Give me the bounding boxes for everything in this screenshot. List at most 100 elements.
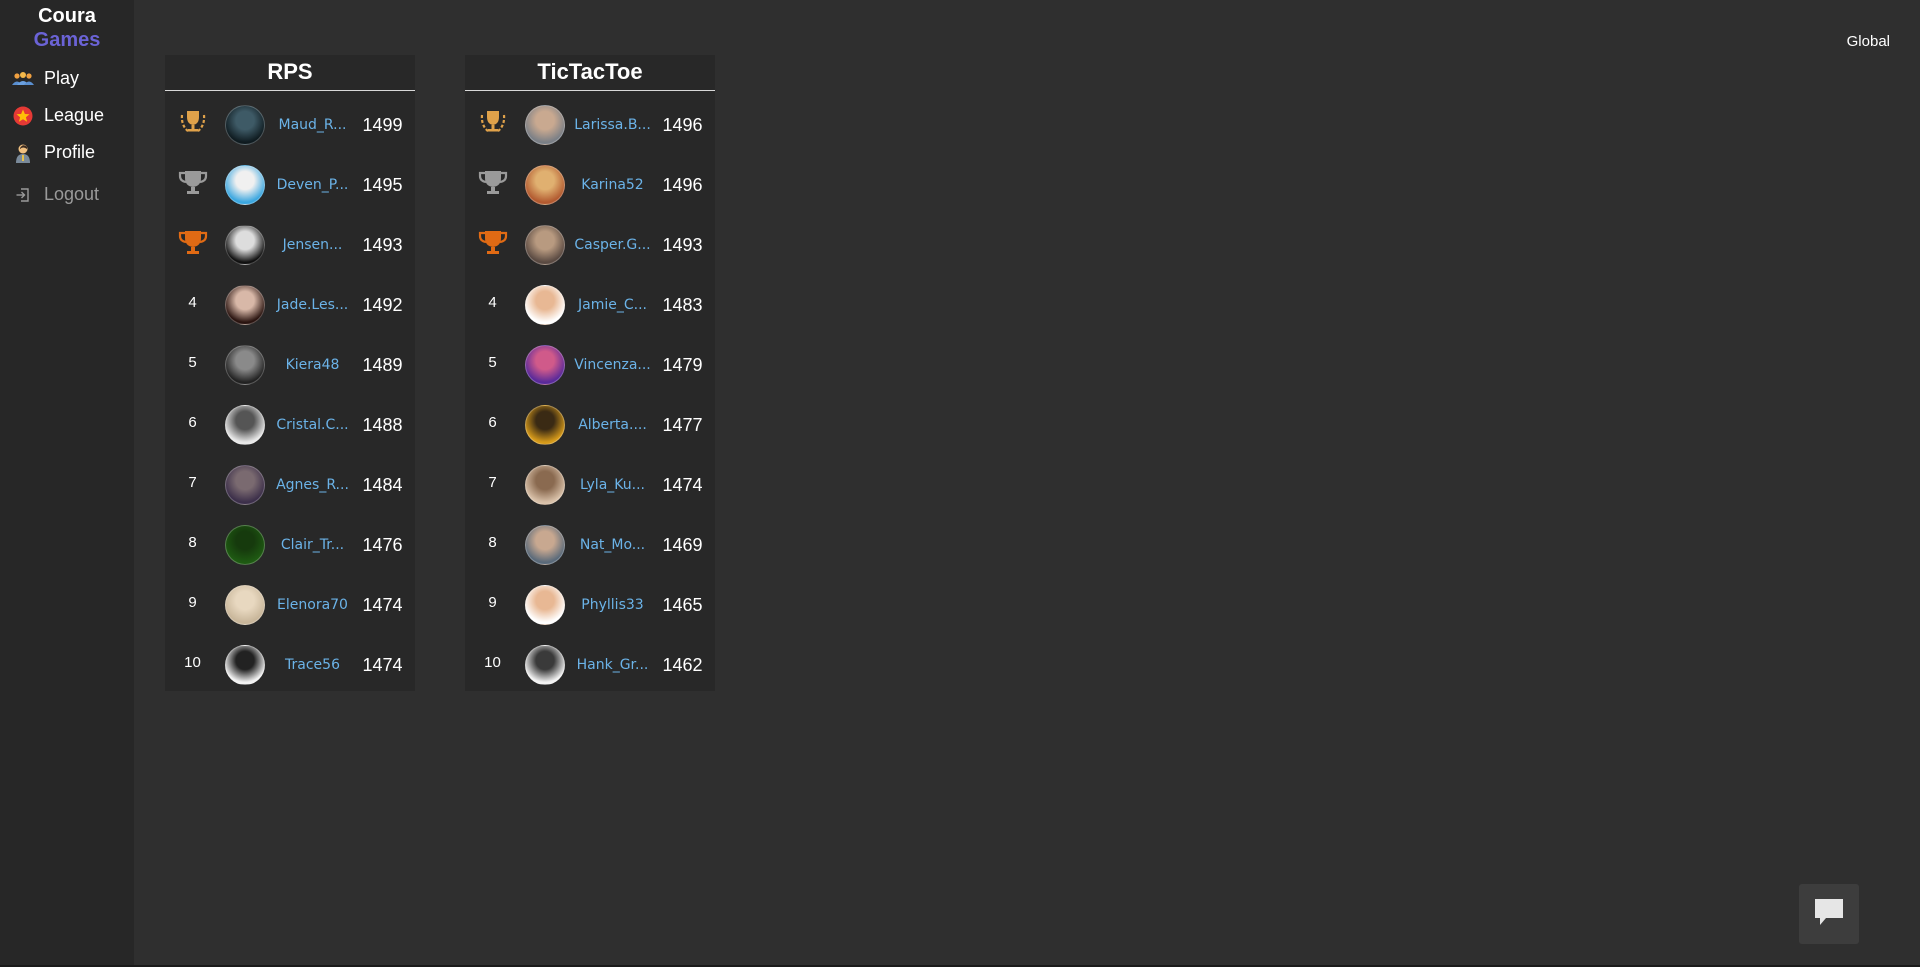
leaderboard-title: RPS xyxy=(165,55,415,91)
rating-score: 1495 xyxy=(362,174,403,195)
leaderboard-row: 5 Vincenza... 1479 xyxy=(465,335,715,395)
rating-score: 1499 xyxy=(362,114,403,135)
username-link[interactable]: Nat_Mo... xyxy=(565,537,655,553)
username-link[interactable]: Larissa.B... xyxy=(565,117,655,133)
username-link[interactable]: Casper.G... xyxy=(565,237,655,253)
rank-number: 8 xyxy=(488,533,497,551)
rank-number: 7 xyxy=(188,473,197,491)
username-link[interactable]: Karina52 xyxy=(565,177,655,193)
leaderboard-rows: Maud_R... 1499 Deven_P... 1495 Jensen... 1493… xyxy=(165,91,415,695)
silver-trophy-icon xyxy=(465,166,520,198)
leaderboard-row: 5 Kiera48 1489 xyxy=(165,335,415,395)
rating-score: 1465 xyxy=(662,594,703,615)
leaderboard-row: 10 Trace56 1474 xyxy=(165,635,415,695)
rating-score: 1484 xyxy=(362,474,403,495)
main-content: Global RPS Maud_R... 1499 Deven_P... 1495 Je… xyxy=(134,0,1920,967)
avatar[interactable] xyxy=(225,165,265,205)
leaderboard-row: Deven_P... 1495 xyxy=(165,155,415,215)
leaderboard-row: 7 Lyla_Ku... 1474 xyxy=(465,455,715,515)
nav-item-play-label: Play xyxy=(44,68,80,88)
avatar[interactable] xyxy=(525,405,565,445)
avatar[interactable] xyxy=(225,585,265,625)
avatar[interactable] xyxy=(225,525,265,565)
nav-item-league[interactable]: League xyxy=(0,97,134,134)
rank-number: 8 xyxy=(188,533,197,551)
avatar[interactable] xyxy=(525,285,565,325)
avatar[interactable] xyxy=(225,645,265,685)
avatar[interactable] xyxy=(225,345,265,385)
rating-score: 1493 xyxy=(662,234,703,255)
username-link[interactable]: Lyla_Ku... xyxy=(565,477,655,493)
players-icon xyxy=(12,68,34,90)
scope-toggle-global[interactable]: Global xyxy=(1847,33,1890,50)
avatar[interactable] xyxy=(525,645,565,685)
username-link[interactable]: Kiera48 xyxy=(265,357,355,373)
leaderboard-row: 6 Alberta.... 1477 xyxy=(465,395,715,455)
avatar[interactable] xyxy=(525,525,565,565)
avatar[interactable] xyxy=(525,165,565,205)
rating-score: 1496 xyxy=(662,114,703,135)
leaderboard-row: Karina52 1496 xyxy=(465,155,715,215)
avatar[interactable] xyxy=(225,465,265,505)
nav-item-league-label: League xyxy=(44,105,105,125)
nav-item-play[interactable]: Play xyxy=(0,60,134,97)
leaderboard-row: Maud_R... 1499 xyxy=(165,95,415,155)
username-link[interactable]: Phyllis33 xyxy=(565,597,655,613)
silver-trophy-icon xyxy=(165,166,220,198)
avatar[interactable] xyxy=(525,105,565,145)
username-link[interactable]: Maud_R... xyxy=(265,117,355,133)
avatar[interactable] xyxy=(225,285,265,325)
gold-laurel-trophy-icon xyxy=(465,106,520,138)
username-link[interactable]: Trace56 xyxy=(265,657,355,673)
rank-number: 6 xyxy=(488,413,497,431)
profile-person-icon xyxy=(12,142,34,164)
bronze-trophy-icon xyxy=(165,226,220,258)
leaderboard-row: Larissa.B... 1496 xyxy=(465,95,715,155)
rating-score: 1474 xyxy=(362,654,403,675)
username-link[interactable]: Clair_Tr... xyxy=(265,537,355,553)
brand-subname: Games xyxy=(33,29,101,51)
leaderboard-row: 9 Phyllis33 1465 xyxy=(465,575,715,635)
brand-name: Coura xyxy=(38,5,96,27)
chat-button[interactable] xyxy=(1799,884,1859,944)
avatar[interactable] xyxy=(525,225,565,265)
sidebar: Coura Games Play League Profile Logout xyxy=(0,0,134,967)
rank-number: 7 xyxy=(488,473,497,491)
bronze-trophy-icon xyxy=(465,226,520,258)
username-link[interactable]: Agnes_R... xyxy=(265,477,355,493)
leaderboard-row: Jensen... 1493 xyxy=(165,215,415,275)
nav-item-logout[interactable]: Logout xyxy=(0,176,134,213)
avatar[interactable] xyxy=(525,465,565,505)
avatar[interactable] xyxy=(525,345,565,385)
brand-logo[interactable]: Coura Games xyxy=(0,0,134,52)
leaderboard-row: 8 Clair_Tr... 1476 xyxy=(165,515,415,575)
rank-number: 6 xyxy=(188,413,197,431)
leaderboard-row: 9 Elenora70 1474 xyxy=(165,575,415,635)
username-link[interactable]: Elenora70 xyxy=(265,597,355,613)
username-link[interactable]: Jamie_C... xyxy=(565,297,655,313)
leaderboard-row: 7 Agnes_R... 1484 xyxy=(165,455,415,515)
rating-score: 1469 xyxy=(662,534,703,555)
username-link[interactable]: Cristal.C... xyxy=(265,417,355,433)
rating-score: 1479 xyxy=(662,354,703,375)
rating-score: 1476 xyxy=(362,534,403,555)
username-link[interactable]: Deven_P... xyxy=(265,177,355,193)
avatar[interactable] xyxy=(225,225,265,265)
username-link[interactable]: Vincenza... xyxy=(565,357,655,373)
nav-item-profile[interactable]: Profile xyxy=(0,134,134,171)
avatar[interactable] xyxy=(225,405,265,445)
username-link[interactable]: Jensen... xyxy=(265,237,355,253)
username-link[interactable]: Hank_Gr... xyxy=(565,657,655,673)
rating-score: 1492 xyxy=(362,294,403,315)
rank-number: 10 xyxy=(184,653,201,671)
chat-bubble-icon xyxy=(1813,897,1845,931)
rating-score: 1477 xyxy=(662,414,703,435)
username-link[interactable]: Jade.Les... xyxy=(265,297,355,313)
avatar[interactable] xyxy=(525,585,565,625)
rank-number: 10 xyxy=(484,653,501,671)
leaderboard-row: 10 Hank_Gr... 1462 xyxy=(465,635,715,695)
username-link[interactable]: Alberta.... xyxy=(565,417,655,433)
rating-score: 1493 xyxy=(362,234,403,255)
avatar[interactable] xyxy=(225,105,265,145)
leaderboard-rows: Larissa.B... 1496 Karina52 1496 Casper.G... 1… xyxy=(465,91,715,695)
